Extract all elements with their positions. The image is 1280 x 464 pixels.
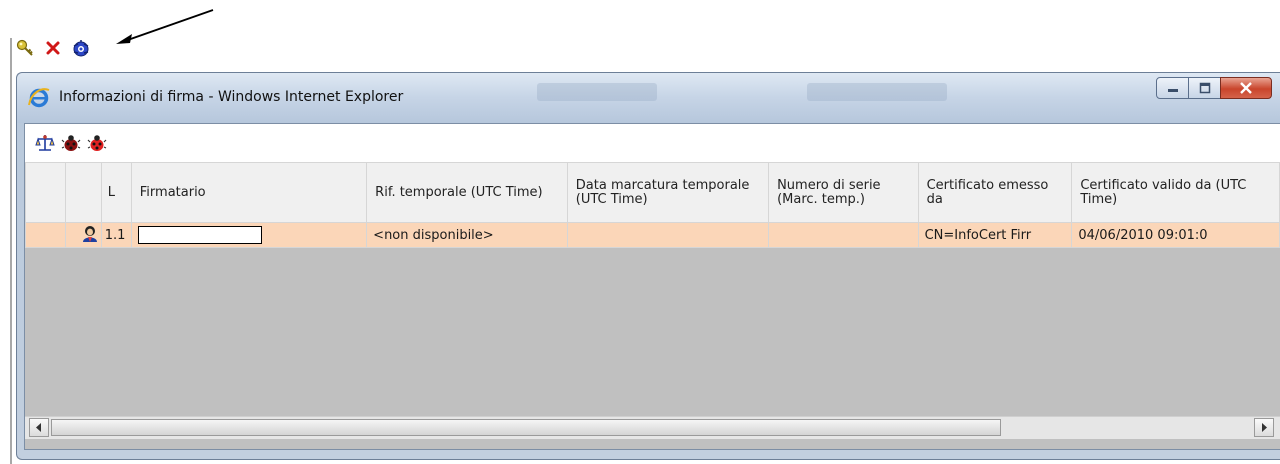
- scrollbar-thumb[interactable]: [51, 419, 1001, 436]
- annotation-arrow: [116, 9, 214, 44]
- header-valid-from[interactable]: Certificato valido da (UTC Time): [1071, 162, 1280, 223]
- cell-serial: [768, 222, 919, 248]
- host-toolbar: [14, 36, 92, 60]
- window-title: Informazioni di firma - Windows Internet…: [59, 89, 404, 105]
- window-titlebar[interactable]: Informazioni di firma - Windows Internet…: [17, 73, 1280, 123]
- arrow-right-icon: [1262, 423, 1267, 432]
- cell-time-ref: <non disponibile>: [366, 222, 568, 248]
- table-row[interactable]: 1.1 <non disponibile> CN=InfoCert Firr 0…: [25, 222, 1280, 248]
- signature-info-window: Informazioni di firma - Windows Internet…: [16, 72, 1280, 460]
- header-icon: [64, 162, 102, 223]
- header-time-ref[interactable]: Rif. temporale (UTC Time): [366, 162, 568, 223]
- close-icon: [1240, 82, 1252, 94]
- delete-icon[interactable]: [42, 37, 64, 59]
- cell-timestamp-date: [566, 222, 770, 248]
- horizontal-scrollbar[interactable]: [25, 416, 1280, 439]
- scroll-right-button[interactable]: [1254, 418, 1274, 437]
- header-timestamp-date[interactable]: Data marcatura temporale (UTC Time): [566, 162, 770, 223]
- redacted-signer-name: [137, 226, 262, 244]
- host-window-edge: [10, 38, 12, 464]
- cell-signer: [130, 222, 368, 248]
- arrow-left-icon: [36, 423, 41, 432]
- header-signer[interactable]: Firmatario: [130, 162, 368, 223]
- scroll-left-button[interactable]: [29, 418, 49, 437]
- minimize-button[interactable]: [1156, 77, 1189, 99]
- ladybug-dark-icon[interactable]: [61, 133, 81, 153]
- window-content: L Firmatario Rif. temporale (UTC Time) D…: [24, 123, 1280, 450]
- row-selector[interactable]: [25, 222, 66, 248]
- maximize-button[interactable]: [1188, 77, 1221, 99]
- signature-info-icon[interactable]: [70, 37, 92, 59]
- blurred-background-tab: [807, 83, 947, 101]
- signature-toolbar: [25, 124, 1280, 162]
- maximize-icon: [1199, 82, 1210, 94]
- header-row-selector: [25, 162, 66, 223]
- ladybug-red-icon[interactable]: [87, 133, 107, 153]
- key-icon[interactable]: [14, 37, 36, 59]
- header-serial[interactable]: Numero di serie (Marc. temp.): [768, 162, 919, 223]
- cell-issuer: CN=InfoCert Firr: [917, 222, 1073, 248]
- minimize-icon: [1167, 89, 1178, 92]
- window-controls: [1156, 77, 1272, 99]
- signatures-table: L Firmatario Rif. temporale (UTC Time) D…: [25, 162, 1280, 248]
- table-header-row: L Firmatario Rif. temporale (UTC Time) D…: [25, 162, 1280, 223]
- signer-person-icon: [64, 222, 102, 248]
- cell-valid-from: 04/06/2010 09:01:0: [1071, 222, 1280, 248]
- header-level[interactable]: L: [100, 162, 132, 223]
- scales-icon[interactable]: [35, 133, 55, 153]
- blurred-background-tab: [537, 83, 657, 101]
- header-issuer[interactable]: Certificato emesso da: [917, 162, 1073, 223]
- close-button[interactable]: [1220, 77, 1272, 99]
- ie-logo-icon: [27, 85, 51, 113]
- cell-level: 1.1: [100, 222, 132, 248]
